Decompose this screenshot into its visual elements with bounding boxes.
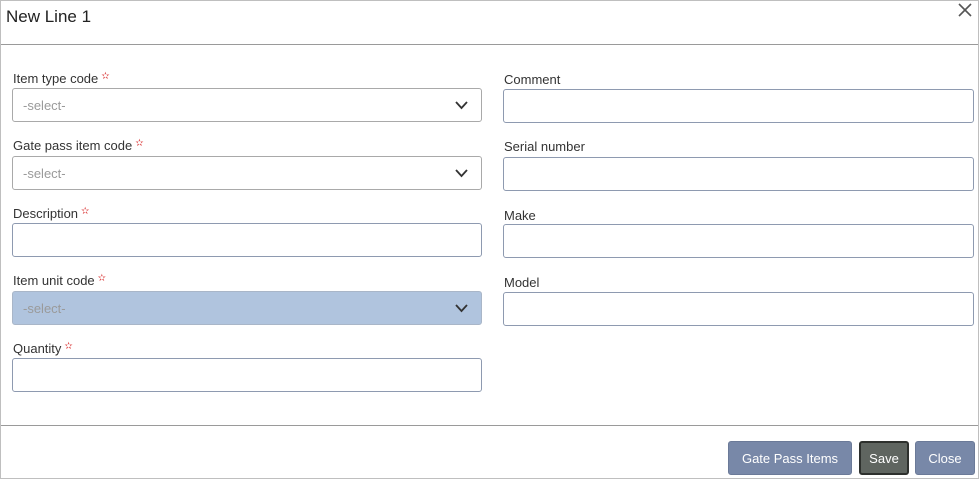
model-label: Model [504,275,540,290]
description-label: Description ✫ [13,206,90,221]
header-divider [1,44,978,45]
gate-pass-items-button[interactable]: Gate Pass Items [728,441,852,475]
comment-input[interactable] [503,89,974,123]
make-input[interactable] [503,224,974,258]
chevron-down-icon [455,304,468,313]
comment-label: Comment [504,72,561,87]
description-input[interactable] [12,223,482,257]
item-unit-code-label: Item unit code ✫ [13,273,107,288]
chevron-down-icon [455,101,468,110]
quantity-input[interactable] [12,358,482,392]
make-label: Make [504,208,536,223]
required-star-icon: ✫ [97,273,107,284]
item-type-code-value: -select- [23,97,66,113]
gate-pass-item-code-value: -select- [23,165,66,181]
serial-number-input[interactable] [503,157,974,191]
item-type-code-select[interactable]: -select- [12,88,482,122]
item-type-code-label: Item type code ✫ [13,71,110,86]
item-unit-code-value: -select- [23,300,66,316]
close-button[interactable]: Close [915,441,975,475]
required-star-icon: ✫ [101,71,110,82]
chevron-down-icon [455,169,468,178]
quantity-label: Quantity ✫ [13,341,73,356]
close-icon[interactable] [956,1,974,19]
required-star-icon: ✫ [135,138,144,149]
new-line-dialog: New Line 1 Item type code ✫ -select- Gate… [0,0,979,479]
required-star-icon: ✫ [64,341,73,352]
gate-pass-item-code-select[interactable]: -select- [12,156,482,190]
footer-divider [1,425,978,426]
dialog-title: New Line 1 [6,7,92,26]
model-input[interactable] [503,292,974,326]
serial-number-label: Serial number [504,139,585,154]
item-unit-code-select[interactable]: -select- [12,291,482,325]
gate-pass-item-code-label: Gate pass item code ✫ [13,138,144,153]
required-star-icon: ✫ [81,206,90,217]
save-button[interactable]: Save [859,441,909,475]
